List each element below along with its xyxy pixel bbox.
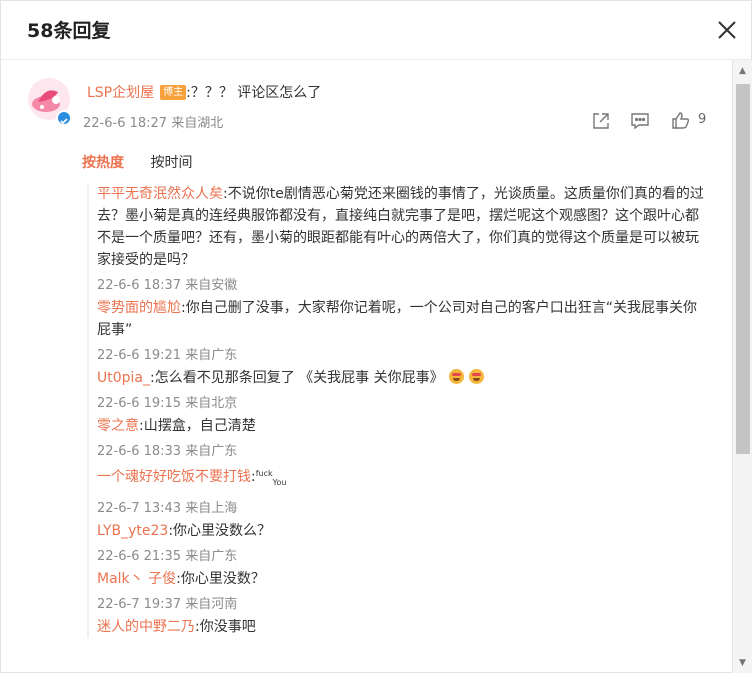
share-icon[interactable] [591,111,611,131]
sort-tabs: 按热度 按时间 [82,152,214,172]
reply-text: Ut0pia_:怎么看不见那条回复了 《关我屁事 关你屁事》 [97,367,709,389]
blogger-badge: 博主 [160,85,187,100]
reply-username[interactable]: 一个魂好好吃饭不要打钱 [97,469,251,485]
list-item: 迷人的中野二乃:你没事吧 [89,616,707,638]
comment-icon[interactable] [630,111,650,131]
dialog-title: 58条回复 [27,20,111,42]
reply-sup-text: fuck [255,469,273,478]
reply-meta: 22-6-6 18:37 来自安徽 [97,278,238,293]
reply-text: 零势面的尴尬:你自己删了没事，大家帮你记着呢，一个公司对自己的客户口出狂言“关我… [97,297,709,341]
reply-text: 迷人的中野二乃:你没事吧 [97,616,709,638]
reply-meta: 22-6-6 21:35 来自广东 [97,549,238,564]
main-comment-text: :？？？ 评论区怎么了 [186,85,322,101]
verified-icon [56,110,72,126]
tab-sort-by-hot[interactable]: 按热度 [82,152,124,172]
reply-content: :你心里没数？ [176,571,265,587]
list-item: Ut0pia_:怎么看不见那条回复了 《关我屁事 关你屁事》 22-6-6 19… [89,367,707,415]
dialog-header: 58条回复 [1,1,752,59]
reply-text: Malk丶 子俊:你心里没数？ [97,568,709,590]
comment-scroll-area[interactable]: LSP企划屋博主:？？？ 评论区怎么了 22-6-6 18:27 来自湖北 9 [1,60,732,673]
like-icon[interactable] [671,111,691,131]
reply-username[interactable]: 迷人的中野二乃 [97,619,195,635]
reply-content: :你自己删了没事，大家帮你记着呢，一个公司对自己的客户口出狂言“关我屁事关你屁事… [97,300,697,338]
grinning-emoji-icon [468,369,484,384]
close-button[interactable] [715,18,739,42]
reply-sub-text: You [272,478,287,487]
list-item: Malk丶 子俊:你心里没数？ 22-6-7 19:37 来自河南 [89,568,707,616]
list-item: LYB_yte23:你心里没数么？ 22-6-6 21:35 来自广东 [89,520,707,568]
reply-content: :你心里没数么？ [168,523,272,539]
reply-text: 平平无奇泯然众人矣:不说你te剧情恶心菊党还来圈钱的事情了，光谈质量。这质量你们… [97,183,709,271]
reply-list: 平平无奇泯然众人矣:不说你te剧情恶心菊党还来圈钱的事情了，光谈质量。这质量你们… [87,183,707,638]
scroll-down-arrow-icon[interactable]: ▼ [739,658,746,668]
list-item: 平平无奇泯然众人矣:不说你te剧情恶心菊党还来圈钱的事情了，光谈质量。这质量你们… [89,183,707,297]
list-item: 零势面的尴尬:你自己删了没事，大家帮你记着呢，一个公司对自己的客户口出狂言“关我… [89,297,707,367]
reply-content: :你没事吧 [195,619,256,635]
reply-username[interactable]: 零势面的尴尬 [97,300,181,316]
list-item: 零之意:山摆盒，自己清楚 22-6-6 18:33 来自广东 [89,415,707,463]
reply-text: 零之意:山摆盒，自己清楚 [97,415,709,437]
reply-username[interactable]: 平平无奇泯然众人矣 [97,186,223,202]
replies-dialog: 58条回复 LSP企划屋 博主:？？？ 评论区怎么了 22-6-6 18:27 … [0,0,752,673]
main-comment: LSP企划屋 博主:？？？ 评论区怎么了 22-6-6 18:27 来自湖北 9 [1,60,732,140]
reply-text: LYB_yte23:你心里没数么？ [97,520,709,542]
main-comment-line: LSP企划屋 博主:？？？ 评论区怎么了 [87,82,321,102]
list-item: 一个魂好好吃饭不要打钱:fuckYou 22-6-7 13:43 来自上海 [89,463,707,520]
reply-username[interactable]: LYB_yte23 [97,523,168,539]
reply-username[interactable]: Ut0pia_ [97,370,150,386]
scroll-up-arrow-icon[interactable]: ▲ [739,66,746,76]
reply-meta: 22-6-7 13:43 来自上海 [97,501,238,516]
close-icon [718,21,736,39]
reply-content: :山摆盒，自己清楚 [139,418,256,434]
reply-username[interactable]: 零之意 [97,418,139,434]
reply-meta: 22-6-6 19:21 来自广东 [97,348,238,363]
scrollbar[interactable]: ▲ ▼ [732,60,752,673]
grinning-emoji-icon [448,369,464,384]
reply-username[interactable]: Malk丶 子俊 [97,571,176,587]
reply-meta: 22-6-7 19:37 来自河南 [97,597,238,612]
reply-text: 一个魂好好吃饭不要打钱:fuckYou [97,469,287,487]
like-count: 9 [698,112,707,127]
main-comment-username[interactable]: LSP企划屋 [87,85,154,101]
scrollbar-thumb[interactable] [736,84,750,454]
tab-sort-by-time[interactable]: 按时间 [150,152,192,172]
reply-meta: 22-6-6 19:15 来自北京 [97,396,238,411]
reply-content: :怎么看不见那条回复了 《关我屁事 关你屁事》 [150,370,444,386]
main-comment-meta: 22-6-6 18:27 来自湖北 [83,116,224,131]
reply-meta: 22-6-6 18:33 来自广东 [97,444,238,459]
